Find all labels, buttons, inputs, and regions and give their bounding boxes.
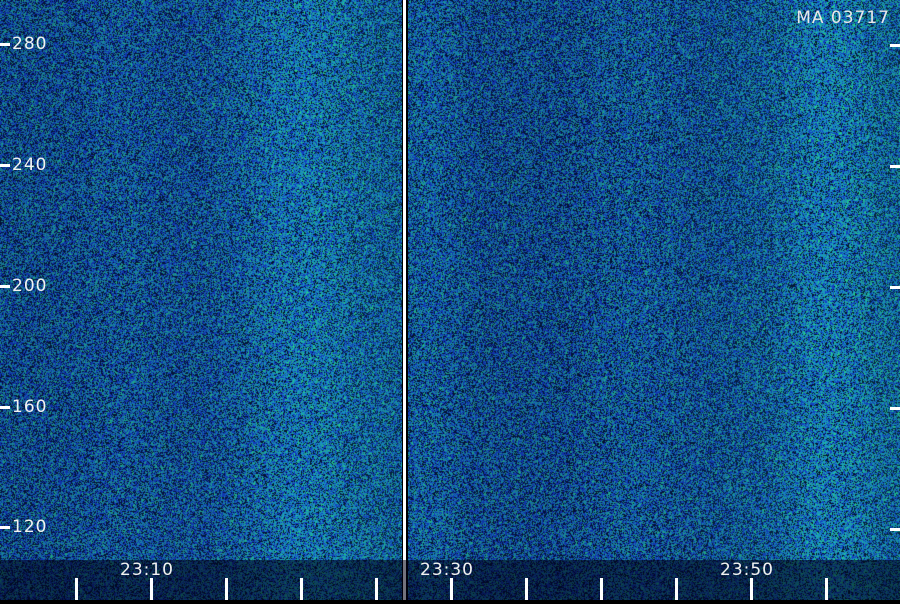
- y-tick-mark-left: [0, 406, 10, 409]
- x-tick-mark: [450, 578, 453, 600]
- x-tick-mark: [675, 578, 678, 600]
- station-label: MA 03717: [796, 8, 890, 28]
- x-tick-label-2350: 23:50: [720, 560, 774, 580]
- x-tick-mark: [750, 578, 753, 600]
- y-tick-mark-right: [890, 407, 900, 410]
- x-tick-mark: [225, 578, 228, 600]
- y-tick-mark-right: [890, 44, 900, 47]
- y-tick-mark-right: [890, 165, 900, 168]
- x-tick-label-2310: 23:10: [120, 560, 174, 580]
- x-tick-mark: [600, 578, 603, 600]
- y-tick-mark-left: [0, 526, 10, 529]
- x-tick-mark: [525, 578, 528, 600]
- noise-texture-right: [408, 0, 900, 600]
- x-tick-mark: [75, 578, 78, 600]
- x-tick-label-2330: 23:30: [420, 560, 474, 580]
- x-tick-mark: [375, 578, 378, 600]
- noise-texture-left: [0, 0, 402, 600]
- y-tick-label-120: 120: [12, 517, 48, 537]
- y-tick-mark-left: [0, 164, 10, 167]
- y-tick-mark-left: [0, 285, 10, 288]
- y-tick-label-240: 240: [12, 155, 48, 175]
- spectrogram-panel-right: [408, 0, 900, 600]
- x-tick-mark: [150, 578, 153, 600]
- y-tick-label-200: 200: [12, 276, 48, 296]
- y-tick-label-280: 280: [12, 34, 48, 54]
- panel-divider: [402, 0, 408, 600]
- y-tick-label-160: 160: [12, 397, 48, 417]
- y-tick-mark-right: [890, 528, 900, 531]
- y-tick-mark-left: [0, 43, 10, 46]
- x-tick-mark: [825, 578, 828, 600]
- spectrogram-panel-left: [0, 0, 402, 600]
- x-tick-mark: [300, 578, 303, 600]
- y-tick-mark-right: [890, 286, 900, 289]
- spectrogram-view: MA 03717 280 240 200 160 120 23:10 23:30…: [0, 0, 900, 600]
